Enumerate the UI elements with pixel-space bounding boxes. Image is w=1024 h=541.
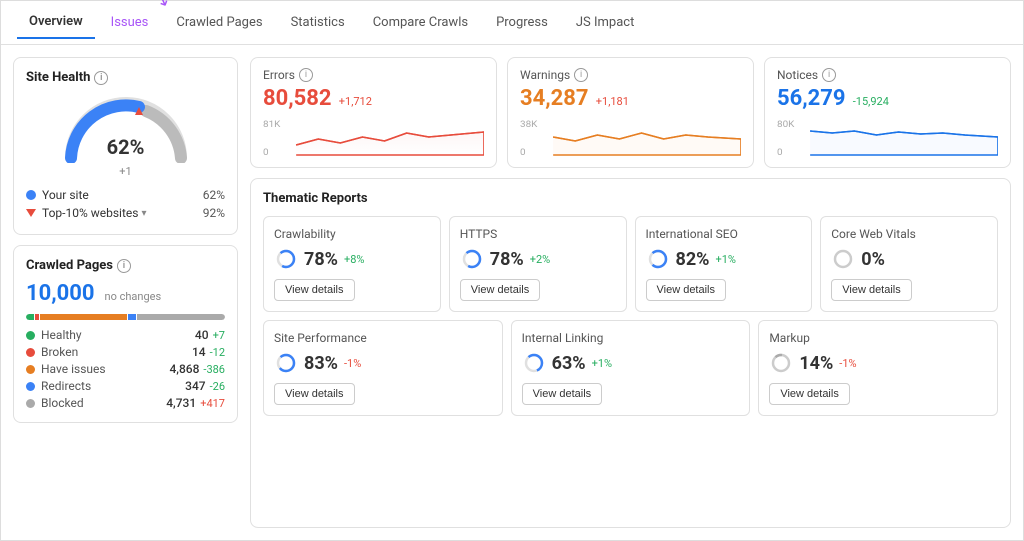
notices-card: Notices i 56,279 -15,924 80K 0 bbox=[764, 57, 1011, 168]
broken-dot bbox=[26, 348, 35, 357]
top10-chevron-icon[interactable]: ▾ bbox=[141, 208, 146, 219]
notices-chart: 80K 0 bbox=[777, 117, 998, 157]
internal-linking-circle-icon bbox=[522, 351, 546, 375]
redirects-dot bbox=[26, 382, 35, 391]
thematic-top-grid: Crawlability 78% +8% View detail bbox=[263, 216, 998, 312]
nav-item-issues[interactable]: Issues ↙ bbox=[99, 7, 161, 38]
crawled-pages-card: Crawled Pages i 10,000 no changes bbox=[13, 245, 238, 423]
nav-item-crawled-pages[interactable]: Crawled Pages bbox=[164, 7, 274, 38]
site-health-title: Site Health i bbox=[26, 70, 225, 85]
blocked-dot bbox=[26, 399, 35, 408]
site-performance-view-details-button[interactable]: View details bbox=[274, 383, 355, 405]
errors-label: Errors i bbox=[263, 68, 484, 82]
markup-circle-icon bbox=[769, 351, 793, 375]
markup-view-details-button[interactable]: View details bbox=[769, 383, 850, 405]
crawled-legend-broken: Broken 14 -12 bbox=[26, 345, 225, 359]
gauge-change: +1 bbox=[119, 165, 131, 178]
crawled-legend-redirects: Redirects 347 -26 bbox=[26, 379, 225, 393]
report-core-web-vitals: Core Web Vitals 0% View details bbox=[820, 216, 998, 312]
svg-text:80K: 80K bbox=[777, 119, 794, 129]
gauge-value: 62% bbox=[107, 135, 145, 159]
site-performance-circle-icon bbox=[274, 351, 298, 375]
report-international-seo: International SEO 82% +1% View d bbox=[635, 216, 813, 312]
crawled-pages-title: Crawled Pages i bbox=[26, 258, 225, 273]
report-crawlability: Crawlability 78% +8% View detail bbox=[263, 216, 441, 312]
warnings-card: Warnings i 34,287 +1,181 38K 0 bbox=[507, 57, 754, 168]
https-view-details-button[interactable]: View details bbox=[460, 279, 541, 301]
site-health-info-icon[interactable]: i bbox=[94, 71, 108, 85]
bar-redirects bbox=[128, 314, 136, 320]
report-internal-linking: Internal Linking 63% +1% View de bbox=[511, 320, 751, 416]
nav-item-progress[interactable]: Progress bbox=[484, 7, 560, 38]
core-web-vitals-view-details-button[interactable]: View details bbox=[831, 279, 912, 301]
errors-info-icon[interactable]: i bbox=[299, 68, 313, 82]
legend-row-your-site: Your site 62% bbox=[26, 186, 225, 204]
bar-issues bbox=[40, 314, 128, 320]
https-circle-icon bbox=[460, 247, 484, 271]
crawlability-circle-icon bbox=[274, 247, 298, 271]
thematic-bottom-grid: Site Performance 83% -1% View de bbox=[263, 320, 998, 416]
notices-info-icon[interactable]: i bbox=[822, 68, 836, 82]
nav-bar: Overview Issues ↙ Crawled Pages Statisti… bbox=[1, 1, 1023, 45]
stats-row: Errors i 80,582 +1,712 bbox=[250, 57, 1011, 168]
crawled-legend-healthy: Healthy 40 +7 bbox=[26, 328, 225, 342]
top10-triangle-icon bbox=[26, 209, 36, 217]
crawled-legend: Healthy 40 +7 Broken 14 -12 Have issues … bbox=[26, 328, 225, 410]
svg-text:38K: 38K bbox=[520, 119, 537, 129]
crawled-legend-blocked: Blocked 4,731 +417 bbox=[26, 396, 225, 410]
report-https: HTTPS 78% +2% View details bbox=[449, 216, 627, 312]
thematic-reports-card: Thematic Reports Crawlability bbox=[250, 178, 1011, 528]
report-site-performance: Site Performance 83% -1% View de bbox=[263, 320, 503, 416]
crawled-count-row: 10,000 no changes bbox=[26, 281, 225, 306]
svg-text:0: 0 bbox=[520, 147, 526, 157]
gauge-container: 62% +1 bbox=[26, 93, 225, 178]
international-seo-view-details-button[interactable]: View details bbox=[646, 279, 727, 301]
healthy-dot bbox=[26, 331, 35, 340]
svg-text:0: 0 bbox=[777, 147, 783, 157]
nav-item-statistics[interactable]: Statistics bbox=[279, 7, 357, 38]
markup-pct-row: 14% -1% bbox=[769, 351, 987, 375]
warnings-info-icon[interactable]: i bbox=[574, 68, 588, 82]
internal-linking-view-details-button[interactable]: View details bbox=[522, 383, 603, 405]
errors-value-row: 80,582 +1,712 bbox=[263, 86, 484, 111]
main-content: Site Health i bbox=[1, 45, 1023, 540]
report-markup: Markup 14% -1% View details bbox=[758, 320, 998, 416]
crawlability-view-details-button[interactable]: View details bbox=[274, 279, 355, 301]
nav-item-js-impact[interactable]: JS Impact bbox=[564, 7, 646, 38]
have-issues-dot bbox=[26, 365, 35, 374]
internal-linking-pct-row: 63% +1% bbox=[522, 351, 740, 375]
crawled-progress-bar bbox=[26, 314, 225, 320]
https-pct-row: 78% +2% bbox=[460, 247, 616, 271]
nav-item-compare-crawls[interactable]: Compare Crawls bbox=[361, 7, 480, 38]
gauge-svg: 62% bbox=[61, 93, 191, 163]
warnings-label: Warnings i bbox=[520, 68, 741, 82]
your-site-dot bbox=[26, 190, 36, 200]
warnings-value-row: 34,287 +1,181 bbox=[520, 86, 741, 111]
bar-healthy bbox=[26, 314, 34, 320]
errors-card: Errors i 80,582 +1,712 bbox=[250, 57, 497, 168]
nav-item-overview[interactable]: Overview bbox=[17, 6, 95, 39]
core-web-vitals-circle-icon bbox=[831, 247, 855, 271]
notices-label: Notices i bbox=[777, 68, 998, 82]
svg-text:81K: 81K bbox=[263, 119, 280, 129]
crawled-legend-have-issues: Have issues 4,868 -386 bbox=[26, 362, 225, 376]
bar-broken bbox=[35, 314, 39, 320]
crawlability-pct-row: 78% +8% bbox=[274, 247, 430, 271]
right-panel: Errors i 80,582 +1,712 bbox=[250, 57, 1011, 528]
thematic-reports-title: Thematic Reports bbox=[263, 191, 998, 206]
crawled-pages-info-icon[interactable]: i bbox=[117, 259, 131, 273]
site-health-card: Site Health i bbox=[13, 57, 238, 235]
svg-text:0: 0 bbox=[263, 147, 269, 157]
core-web-vitals-pct-row: 0% bbox=[831, 247, 987, 271]
errors-chart: 81K 0 bbox=[263, 117, 484, 157]
warnings-chart: 38K 0 bbox=[520, 117, 741, 157]
left-panel: Site Health i bbox=[13, 57, 238, 528]
international-seo-pct-row: 82% +1% bbox=[646, 247, 802, 271]
bar-blocked bbox=[137, 314, 225, 320]
international-seo-circle-icon bbox=[646, 247, 670, 271]
site-performance-pct-row: 83% -1% bbox=[274, 351, 492, 375]
notices-value-row: 56,279 -15,924 bbox=[777, 86, 998, 111]
legend-row-top10: Top-10% websites ▾ 92% bbox=[26, 204, 225, 222]
